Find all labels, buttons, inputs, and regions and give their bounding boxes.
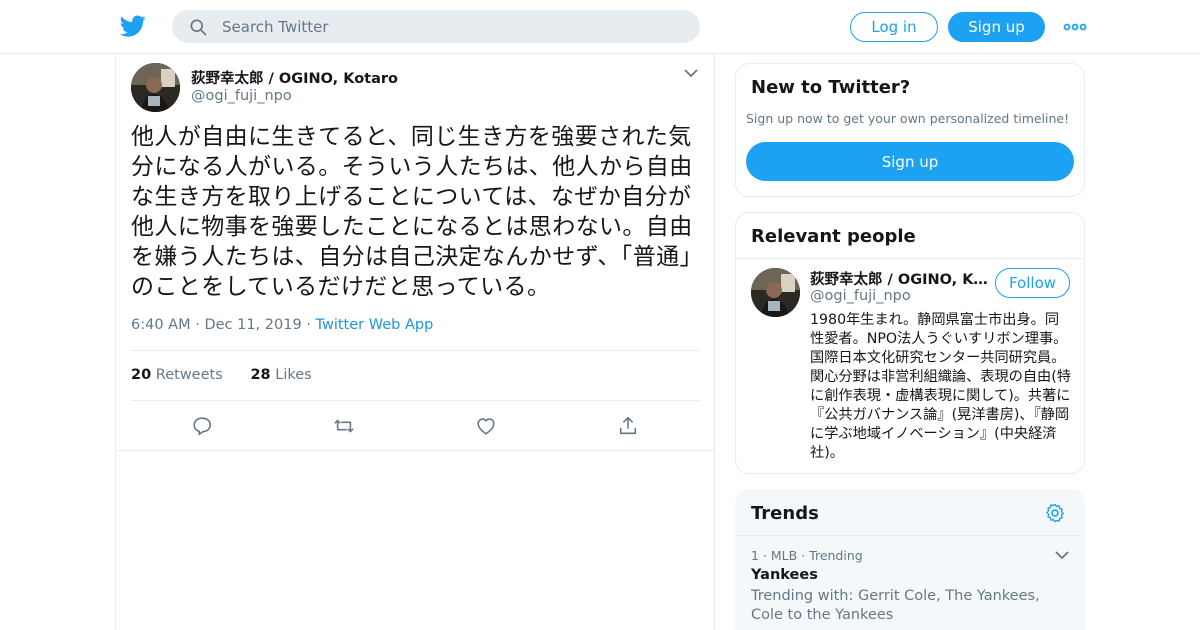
likes-label: Likes [275,367,312,383]
person-avatar[interactable] [751,268,800,317]
card-title: Relevant people [751,226,916,247]
trend-meta: 1 · MLB · Trending [751,548,863,563]
tweet-stats: 20 Retweets 28 Likes [131,367,312,383]
signup-button[interactable]: Sign up [948,12,1045,42]
meta-separator: · [762,548,771,563]
trends-card: Trends 1 · MLB · Trending Yankees Trendi… [735,489,1085,630]
login-button[interactable]: Log in [850,12,938,42]
search-bar[interactable] [172,10,700,43]
tweet-timestamp: 6:40 AM · Dec 11, 2019 · Twitter Web App [131,317,433,333]
new-to-twitter-card: New to Twitter? Sign up now to get your … [735,63,1085,197]
likes-count: 28 [250,367,271,383]
chevron-down-icon[interactable] [1055,550,1069,560]
divider [736,535,1084,536]
top-navigation-bar: Log in Sign up [0,0,1200,54]
tweet-column: 荻野幸太郎 / OGINO, Kotaro @ogi_fuji_npo 他人が自… [115,54,715,630]
author-handle[interactable]: @ogi_fuji_npo [191,88,292,104]
search-input[interactable] [222,17,662,36]
author-name[interactable]: 荻野幸太郎 / OGINO, Kotaro [191,67,398,88]
trend-category: MLB [770,548,798,563]
card-subtitle: Sign up now to get your own personalized… [746,111,1070,126]
retweets-stat[interactable]: 20 Retweets [131,367,223,383]
reply-icon[interactable] [191,415,213,437]
gear-icon[interactable] [1044,502,1066,524]
divider [131,350,700,351]
retweets-count: 20 [131,367,152,383]
more-dots-icon[interactable] [1063,18,1087,36]
tweet-text: 他人が自由に生きてると、同じ生き方を強要された気分になる人がいる。そういう人たち… [131,124,703,300]
retweets-label: Retweets [155,367,223,383]
tweet-date[interactable]: Dec 11, 2019 [204,317,301,333]
tweet-time[interactable]: 6:40 AM [131,317,191,333]
author-avatar[interactable] [131,63,180,112]
card-title: Trends [751,503,819,524]
avatar-photo [751,268,800,317]
avatar-photo [131,63,180,112]
person-handle[interactable]: @ogi_fuji_npo [810,288,911,304]
card-title: New to Twitter? [751,77,911,98]
person-name[interactable]: 荻野幸太郎 / OGINO, Kotaro [810,268,988,289]
retweet-icon[interactable] [333,415,355,437]
trend-status: Trending [809,548,863,563]
twitter-bird-icon[interactable] [120,13,146,39]
tweet: 荻野幸太郎 / OGINO, Kotaro @ogi_fuji_npo 他人が自… [116,54,714,451]
signup-button[interactable]: Sign up [746,142,1074,181]
meta-separator: · [306,317,316,333]
chevron-down-icon[interactable] [684,68,698,78]
share-icon[interactable] [617,415,639,437]
divider [736,258,1084,259]
follow-button[interactable]: Follow [995,268,1070,298]
tweet-source-link[interactable]: Twitter Web App [316,317,434,333]
trend-context: Trending with: Gerrit Cole, The Yankees,… [751,588,1040,623]
search-icon [190,19,207,35]
trend-name[interactable]: Yankees [751,567,818,583]
meta-separator: · [801,548,810,563]
relevant-people-card: Relevant people 荻野幸太郎 / OGINO, Kotaro @o… [735,212,1085,474]
likes-stat[interactable]: 28 Likes [250,367,311,383]
person-bio: 1980年生まれ。静岡県富士市出身。同性愛者。NPO法人うぐいすリボン理事。国際… [810,312,1071,461]
divider [131,400,700,401]
trend-rank: 1 [751,548,759,563]
like-icon[interactable] [475,415,497,437]
